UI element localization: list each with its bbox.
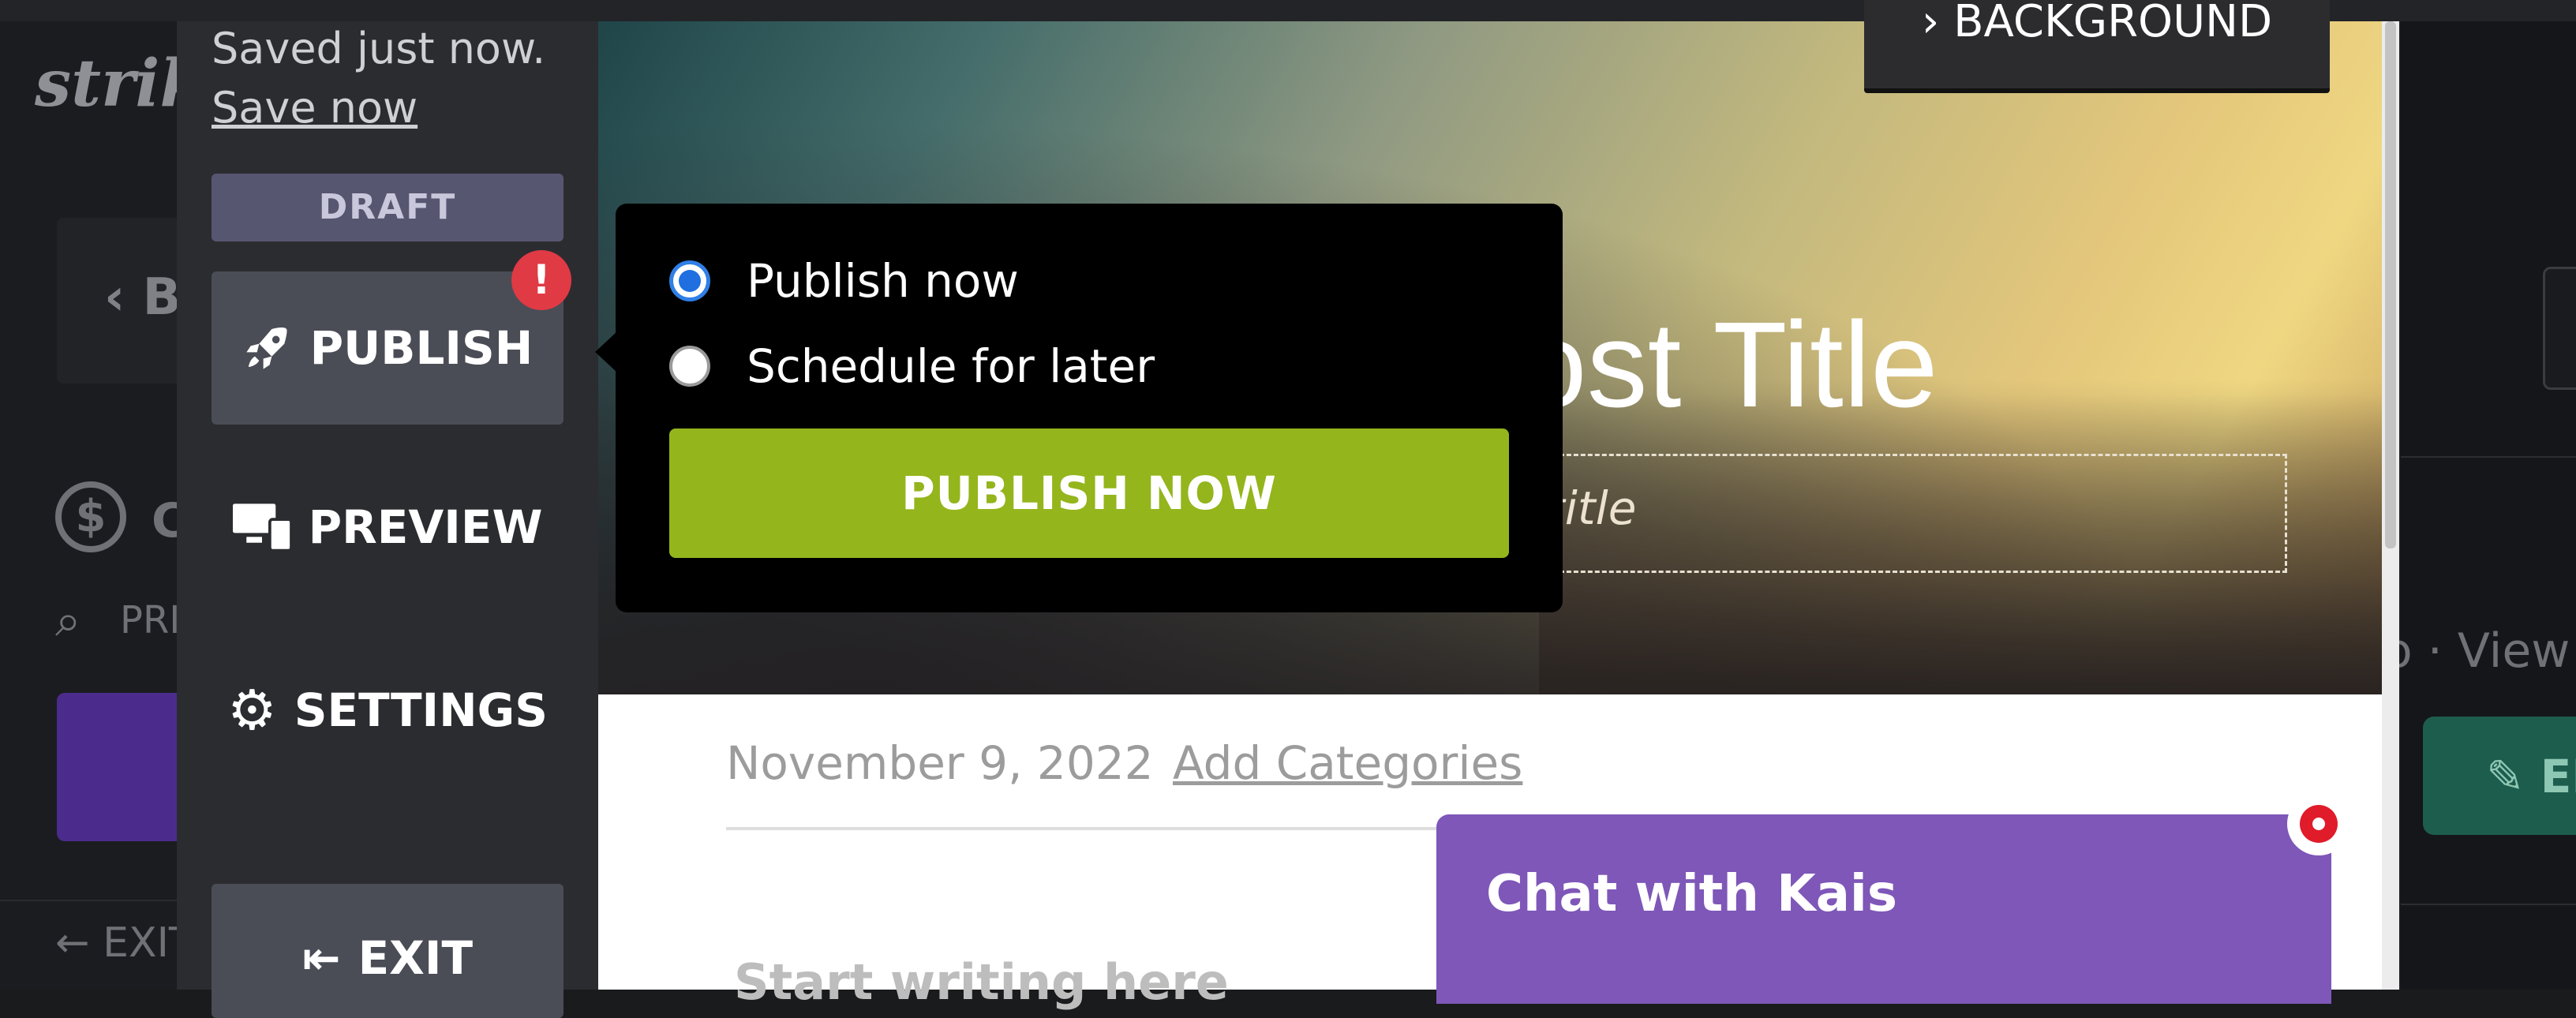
schedule-later-radio[interactable]	[669, 346, 710, 387]
publish-warning-badge: !	[511, 250, 571, 310]
scrollbar-thumb[interactable]	[2385, 21, 2396, 548]
chat-title: Chat with Kais	[1486, 865, 1897, 923]
settings-button[interactable]: ⚙ SETTINGS	[212, 672, 564, 748]
background-right-panel	[2401, 21, 2576, 990]
exit-label: EXIT	[358, 931, 474, 985]
background-back-label: ‹ B	[104, 268, 182, 327]
add-categories-link[interactable]: Add Categories	[1173, 736, 1522, 790]
chevron-right-icon: ›	[1921, 0, 1954, 47]
subtitle-input[interactable]	[1531, 454, 2287, 573]
publish-now-button[interactable]: PUBLISH NOW	[669, 429, 1509, 558]
devices-icon	[232, 503, 291, 551]
popover-arrow	[595, 331, 617, 372]
background-divider	[0, 900, 182, 901]
draft-badge: DRAFT	[212, 174, 564, 241]
chevron-left-icon: ‹	[104, 268, 143, 327]
chat-notification-core	[2312, 818, 2325, 830]
body-placeholder[interactable]: Start writing here	[734, 953, 1229, 1011]
background-right-box	[2543, 267, 2576, 390]
background-button[interactable]: › BACKGROUND	[1864, 0, 2330, 93]
background-exit-link: ← EXIT	[55, 919, 194, 967]
preview-button[interactable]: PREVIEW	[212, 489, 564, 565]
arrow-left-icon: ←	[55, 919, 103, 967]
content-divider	[726, 827, 1515, 830]
gear-icon: ⚙	[227, 678, 277, 743]
background-edit-label: ✎ EI	[2486, 750, 2576, 803]
background-right-divider	[2401, 456, 2576, 458]
publish-label: PUBLISH	[309, 321, 534, 375]
save-now-link[interactable]: Save now	[212, 83, 417, 133]
save-status: Saved just now.	[212, 24, 546, 73]
post-title[interactable]: ost Title	[1519, 304, 1938, 425]
settings-label: SETTINGS	[294, 683, 549, 737]
rocket-icon	[245, 327, 287, 369]
background-search-label: PRI	[120, 598, 181, 642]
dollar-icon: $	[55, 481, 126, 552]
schedule-later-option[interactable]: Schedule for later	[747, 339, 1155, 393]
exit-button[interactable]: ⇤ EXIT	[212, 884, 564, 1018]
post-date: November 9, 2022	[726, 736, 1154, 790]
preview-label: PREVIEW	[308, 500, 543, 554]
publish-button[interactable]: PUBLISH	[212, 271, 564, 425]
publish-now-radio[interactable]	[669, 260, 710, 301]
background-view-text: o · View	[2383, 623, 2570, 679]
background-right-divider	[2401, 904, 2576, 905]
pencil-icon: ✎	[2486, 750, 2540, 803]
exit-icon: ⇤	[301, 931, 341, 985]
publish-now-option[interactable]: Publish now	[747, 254, 1019, 308]
search-icon: ⌕	[55, 593, 81, 647]
